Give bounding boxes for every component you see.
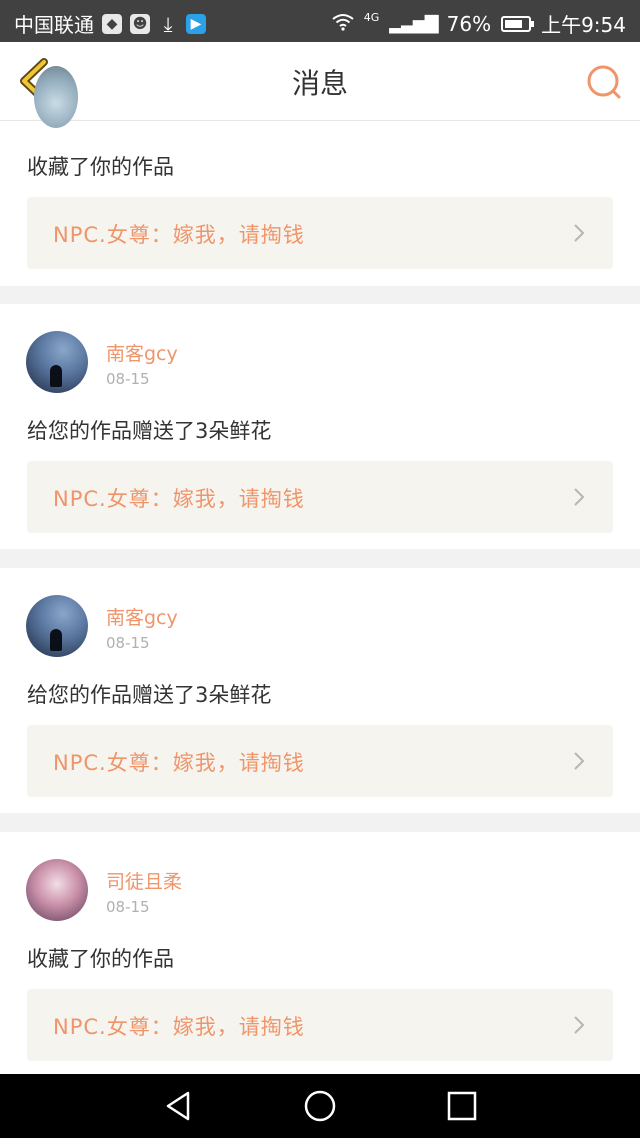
chevron-right-icon [574,224,585,242]
circle-home-icon [304,1090,336,1122]
message-action: 收藏了你的作品 [27,155,174,179]
system-back-button[interactable] [160,1088,196,1124]
user-name[interactable]: 南客gcy [106,603,178,630]
message-date: 08-15 [106,634,150,652]
wechat-icon: ◆ [102,13,122,34]
search-button[interactable] [584,62,624,102]
work-link[interactable]: NPC.女尊：嫁我，请掏钱 [27,197,613,269]
chevron-right-icon [574,1016,585,1034]
download-icon: ⤓ [163,11,173,36]
user-name[interactable]: 司徒且柔 [106,867,182,894]
user-name[interactable]: 南客gcy [106,339,178,366]
message-item: 司徒且柔 08-15 收藏了你的作品 NPC.女尊：嫁我，请掏钱 [0,832,640,1077]
work-link[interactable]: NPC.女尊：嫁我，请掏钱 [27,989,613,1061]
message-item: 南客gcy 08-15 给您的作品赠送了3朵鲜花 NPC.女尊：嫁我，请掏钱 [0,568,640,813]
work-title: NPC.女尊：嫁我，请掏钱 [53,751,305,775]
status-bar: 中国联通 ◆ ☻ ⤓ ▶ 4G ▂▃▅▇ 76% 上午9:54 [0,0,640,42]
message-item: 南客gcy 08-15 给您的作品赠送了3朵鲜花 NPC.女尊：嫁我，请掏钱 [0,304,640,549]
message-action: 给您的作品赠送了3朵鲜花 [27,683,272,707]
nav-bar: 消息 [0,42,640,121]
message-action: 收藏了你的作品 [27,947,174,971]
work-link[interactable]: NPC.女尊：嫁我，请掏钱 [27,461,613,533]
message-item: 收藏了你的作品 NPC.女尊：嫁我，请掏钱 [0,66,640,286]
signal-icon: ▂▃▅▇ [389,13,438,34]
battery-percent: 76% [446,11,492,36]
system-recents-button[interactable] [444,1088,480,1124]
work-title: NPC.女尊：嫁我，请掏钱 [53,487,305,511]
network-type: 4G [363,11,380,24]
avatar[interactable] [26,331,88,393]
battery-fill [505,19,523,28]
video-app-icon: ▶ [186,13,206,34]
chevron-right-icon [574,752,585,770]
work-link[interactable]: NPC.女尊：嫁我，请掏钱 [27,725,613,797]
work-title: NPC.女尊：嫁我，请掏钱 [53,223,305,247]
search-icon [587,65,621,99]
message-date: 08-15 [106,370,150,388]
work-title: NPC.女尊：嫁我，请掏钱 [53,1015,305,1039]
system-home-button[interactable] [302,1088,338,1124]
triangle-back-icon [166,1091,190,1121]
square-recents-icon [447,1091,477,1121]
avatar[interactable] [34,66,78,128]
system-nav-bar [0,1074,640,1138]
battery-icon [501,15,535,32]
chevron-right-icon [574,488,585,506]
wifi-icon [332,12,354,36]
avatar[interactable] [26,595,88,657]
message-action: 给您的作品赠送了3朵鲜花 [27,419,272,443]
avatar[interactable] [26,859,88,921]
clock: 上午9:54 [541,13,626,37]
page-title: 消息 [291,67,348,100]
carrier-label: 中国联通 [14,13,94,37]
message-date: 08-15 [106,898,150,916]
app-notification-icon: ☻ [130,13,150,34]
